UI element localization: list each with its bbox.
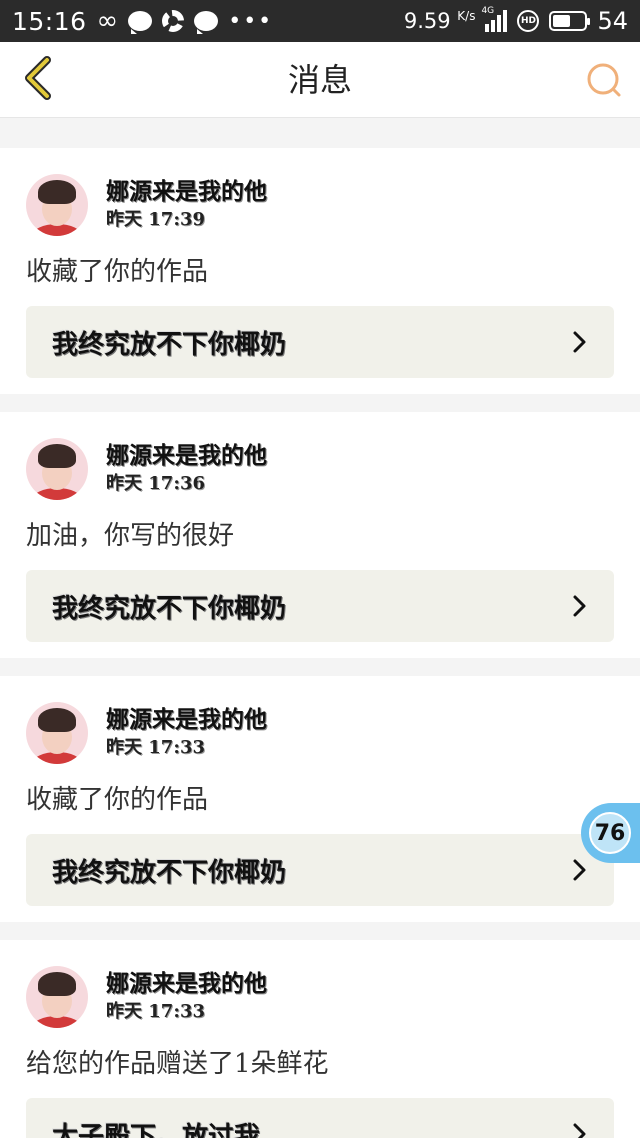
message-list[interactable]: 娜源来是我的他 昨天 17:39 收藏了你的作品 我终究放不下你椰奶 娜源来是我… — [0, 118, 640, 1138]
avatar[interactable] — [26, 438, 88, 500]
work-link[interactable]: 我终究放不下你椰奶 — [26, 306, 614, 378]
search-button[interactable] — [582, 58, 626, 102]
aperture-icon — [162, 10, 185, 32]
message-card: 娜源来是我的他 昨天 17:36 加油，你写的很好 我终究放不下你椰奶 — [0, 412, 640, 658]
chevron-right-icon — [573, 1123, 586, 1138]
message-time: 昨天 17:39 — [106, 209, 206, 230]
battery-level: 54 — [597, 7, 628, 35]
message-card: 娜源来是我的他 昨天 17:39 收藏了你的作品 我终究放不下你椰奶 — [0, 148, 640, 394]
chat-bubble-icon — [128, 11, 153, 34]
avatar[interactable] — [26, 702, 88, 764]
message-action: 给您的作品赠送了1朵鲜花 — [26, 1049, 329, 1079]
message-action: 收藏了你的作品 — [26, 785, 209, 815]
floating-count-badge[interactable]: 76 — [581, 803, 640, 863]
username[interactable]: 娜源来是我的他 — [106, 177, 267, 207]
message-time: 昨天 17:33 — [106, 1001, 206, 1022]
work-title: 我终究放不下你椰奶 — [52, 857, 287, 888]
chevron-right-icon — [573, 595, 586, 617]
work-link[interactable]: 太子殿下，放过我 — [26, 1098, 614, 1138]
infinity-icon: ∞ — [96, 6, 119, 36]
badge-count: 76 — [589, 812, 631, 854]
work-title: 我终究放不下你椰奶 — [52, 329, 287, 360]
chat-bubble-icon — [194, 11, 219, 34]
message-action: 收藏了你的作品 — [26, 257, 209, 287]
work-title: 太子殿下，放过我 — [52, 1121, 261, 1138]
app-header: 消息 — [0, 42, 640, 118]
message-action: 加油，你写的很好 — [26, 521, 235, 551]
signal-icon: 4G — [481, 6, 508, 32]
username[interactable]: 娜源来是我的他 — [106, 441, 267, 471]
status-bar: 15:16 ∞ ••• 9.59 K/s 4G HD 54 — [0, 0, 640, 42]
chevron-right-icon — [573, 859, 586, 881]
work-title: 我终究放不下你椰奶 — [52, 593, 287, 624]
page-title: 消息 — [287, 61, 352, 99]
message-time: 昨天 17:33 — [106, 737, 206, 758]
work-link[interactable]: 我终究放不下你椰奶 — [26, 834, 614, 906]
search-icon — [587, 63, 621, 97]
hd-icon: HD — [517, 10, 540, 32]
more-dots-icon: ••• — [228, 8, 274, 34]
username[interactable]: 娜源来是我的他 — [106, 969, 267, 999]
avatar[interactable] — [26, 174, 88, 236]
battery-icon — [549, 11, 591, 31]
status-time: 15:16 — [12, 6, 87, 36]
message-card: 娜源来是我的他 昨天 17:33 给您的作品赠送了1朵鲜花 太子殿下，放过我 — [0, 940, 640, 1138]
username[interactable]: 娜源来是我的他 — [106, 705, 267, 735]
work-link[interactable]: 我终究放不下你椰奶 — [26, 570, 614, 642]
message-time: 昨天 17:36 — [106, 473, 206, 494]
avatar[interactable] — [26, 966, 88, 1028]
message-card: 娜源来是我的他 昨天 17:33 收藏了你的作品 我终究放不下你椰奶 — [0, 676, 640, 922]
network-speed: 9.59 K/s — [403, 9, 476, 33]
chevron-right-icon — [573, 331, 586, 353]
